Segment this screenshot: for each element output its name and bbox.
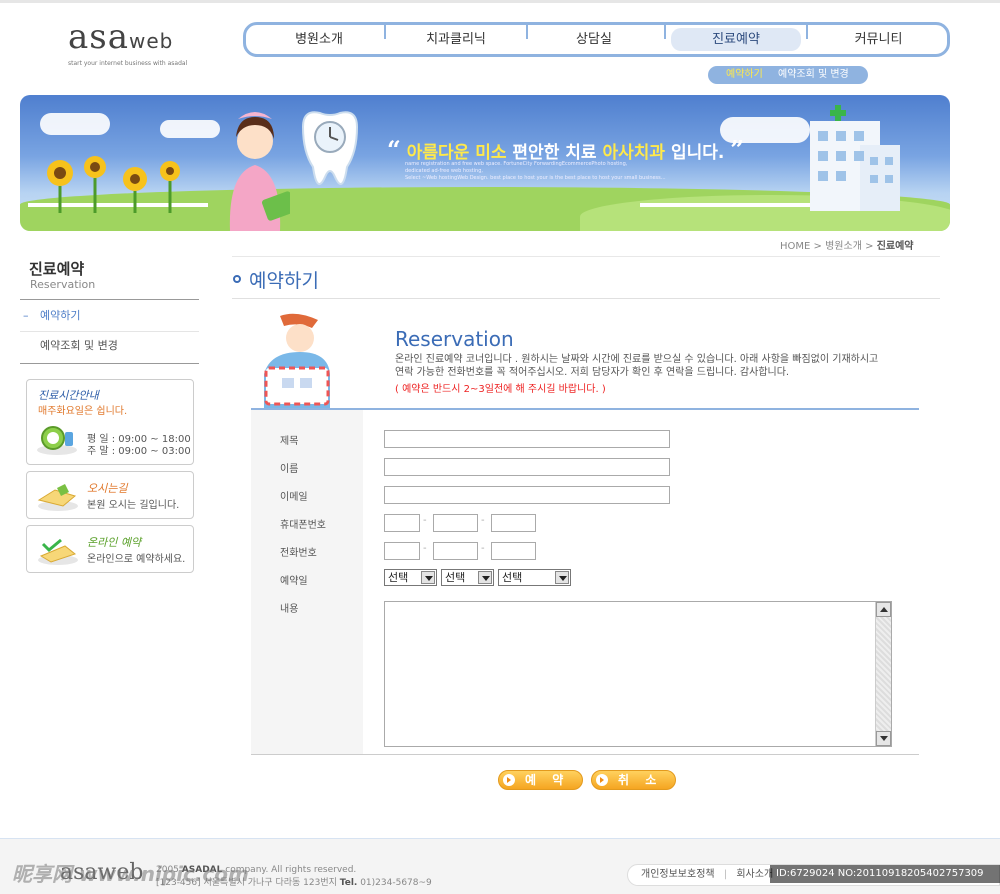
scroll-up-icon[interactable] [876,602,891,617]
phone-separator: - [481,543,485,554]
online-title: 온라인 예약 [87,536,142,549]
breadcrumb-about[interactable]: 병원소개 [825,241,862,252]
divider [232,298,940,299]
nav-item-counsel[interactable]: 상담실 [529,28,659,51]
hours-weekend: 주 말 : 09:00 ~ 03:00 [87,446,191,457]
hours-note: 매주화요일은 쉽니다. [38,406,128,417]
banner-subtext: name registration and free web space. Fo… [405,161,666,181]
phone-part3-input[interactable] [491,542,536,560]
cancel-button[interactable]: 취 소 [591,770,676,790]
phone-label: 전화번호 [280,548,317,559]
breadcrumb: HOME > 병원소개 > 진료예약 [780,237,945,252]
online-reservation-box[interactable]: 온라인 예약 온라인으로 예약하세요. [26,525,194,573]
arrow-right-icon [596,774,608,786]
breadcrumb-home[interactable]: HOME [780,241,810,252]
phone-part2-input[interactable] [433,542,478,560]
mobile-part1-input[interactable] [384,514,420,532]
nurse-illustration [229,112,290,231]
tooth-clock-icon [301,111,359,186]
reservation-warning: ( 예약은 반드시 2~3일전에 해 주시길 바랍니다. ) [395,384,606,395]
sidebar-item-lookup[interactable]: 예약조회 및 변경 [20,331,199,361]
nav-divider [806,25,808,39]
footer-link-company[interactable]: 회사소개 [736,869,773,880]
nav-divider [664,25,666,39]
top-border [0,0,1000,3]
page-title: 예약하기 [233,266,319,293]
bullet-dash-icon: – [23,309,29,322]
chevron-down-icon [478,571,492,584]
divider [232,256,940,257]
breadcrumb-current: 진료예약 [876,241,914,252]
phone-separator: - [423,515,427,526]
directions-text: 본원 오시는 길입니다. [87,500,180,511]
hours-info-box: 진료시간안내 매주화요일은 쉽니다. 평 일 : 09:00 ~ 18:00 주… [26,379,194,465]
nav-item-community[interactable]: 커뮤니티 [811,28,946,51]
year-select[interactable]: 선택 [384,569,437,586]
subject-input[interactable] [384,430,670,448]
breadcrumb-separator: > [865,241,874,252]
banner-slogan: “ 아름다운 미소 편안한 치료 아사치과 입니다. ” [387,135,745,164]
directions-box[interactable]: 오시는길 본원 오시는 길입니다. [26,471,194,519]
month-select[interactable]: 선택 [441,569,494,586]
map-icon [37,484,78,511]
online-text: 온라인으로 예약하세요. [87,554,186,565]
reservation-heading: Reservation [395,327,514,351]
image-id-label: ID:6729024 NO:20110918205402757309 [770,865,1000,883]
chevron-down-icon [421,571,435,584]
phone-separator: - [481,515,485,526]
sunflower-icon [47,156,180,213]
circle-bullet-icon [233,274,241,283]
chevron-down-icon [555,571,569,584]
sidebar-title: 진료예약 [29,260,85,278]
hours-title: 진료시간안내 [38,389,99,402]
nav-item-about[interactable]: 병원소개 [254,28,384,51]
pencil-note-icon [38,538,78,565]
arrow-right-icon [503,774,515,786]
doctor-sign-illustration [264,313,330,408]
hero-banner: “ 아름다운 미소 편안한 치료 아사치과 입니다. ” name regist… [20,95,950,231]
subject-label: 제목 [280,436,299,447]
email-label: 이메일 [280,492,308,503]
form-bottom-border [251,754,919,755]
reserve-button[interactable]: 예 약 [498,770,583,790]
nav-divider [384,25,386,39]
scroll-down-icon[interactable] [876,731,891,746]
subnav-item-reserve[interactable]: 예약하기 [726,66,763,84]
content-textarea[interactable] [384,601,892,747]
sub-nav: 예약하기 예약조회 및 변경 [708,66,868,84]
name-input[interactable] [384,458,670,476]
divider [20,363,199,364]
day-select[interactable]: 선택 [498,569,571,586]
sidebar-subtitle: Reservation [30,278,96,291]
phone-part1-input[interactable] [384,542,420,560]
nav-item-reservation[interactable]: 진료예약 [671,28,801,51]
hospital-building-icon [810,105,900,211]
sidebar-item-reserve[interactable]: – 예약하기 [20,301,199,331]
mobile-label: 휴대폰번호 [280,520,326,531]
cloud-shape [40,113,110,135]
directions-title: 오시는길 [87,482,128,495]
breadcrumb-separator: > [813,241,822,252]
nav-divider [526,25,528,39]
textarea-scrollbar[interactable] [875,602,891,746]
mobile-part2-input[interactable] [433,514,478,532]
cloud-shape [160,120,220,138]
nav-item-clinic[interactable]: 치과클리닉 [391,28,521,51]
date-label: 예약일 [280,576,308,587]
site-logo[interactable]: asaweb start your internet business with… [68,20,198,67]
footer-link-divider: | [723,869,728,880]
main-nav: 병원소개 치과클리닉 상담실 진료예약 커뮤니티 [243,22,950,57]
subnav-item-lookup[interactable]: 예약조회 및 변경 [778,66,849,84]
content-label: 내용 [280,604,299,615]
reservation-intro: 온라인 진료예약 코너입니다 . 원하시는 날짜와 시간에 진료를 받으실 수 … [395,354,879,378]
mobile-part3-input[interactable] [491,514,536,532]
footer-link-privacy[interactable]: 개인정보보호정책 [641,869,715,880]
divider [20,299,199,300]
watermark: 昵享网 www.nipic.com [12,862,249,886]
name-label: 이름 [280,464,299,475]
clock-icon [37,426,77,455]
email-input[interactable] [384,486,670,504]
phone-separator: - [423,543,427,554]
